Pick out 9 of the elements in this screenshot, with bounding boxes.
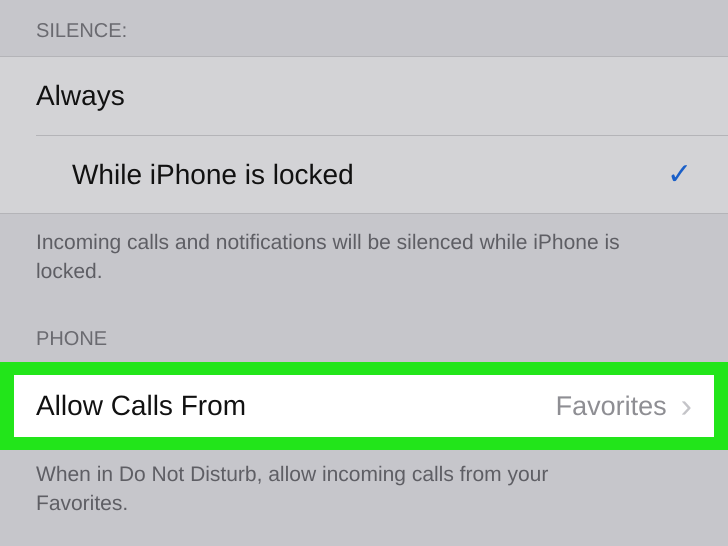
- section-footer: When in Do Not Disturb, allow incoming calls from your Favorites.: [0, 450, 620, 518]
- section-header: SILENCE:: [35, 19, 128, 44]
- section-footer: Incoming calls and notifications will be silenced while iPhone is locked.: [0, 214, 700, 286]
- chevron-icon: ›: [680, 389, 692, 423]
- option-row[interactable]: Always: [0, 57, 728, 135]
- section-header: PHONE: [35, 327, 108, 352]
- checkmark-icon: ✓: [667, 152, 692, 197]
- option-row[interactable]: While iPhone is locked ✓: [36, 135, 728, 213]
- settings-row[interactable]: Allow Calls From Favorites ›: [14, 375, 714, 437]
